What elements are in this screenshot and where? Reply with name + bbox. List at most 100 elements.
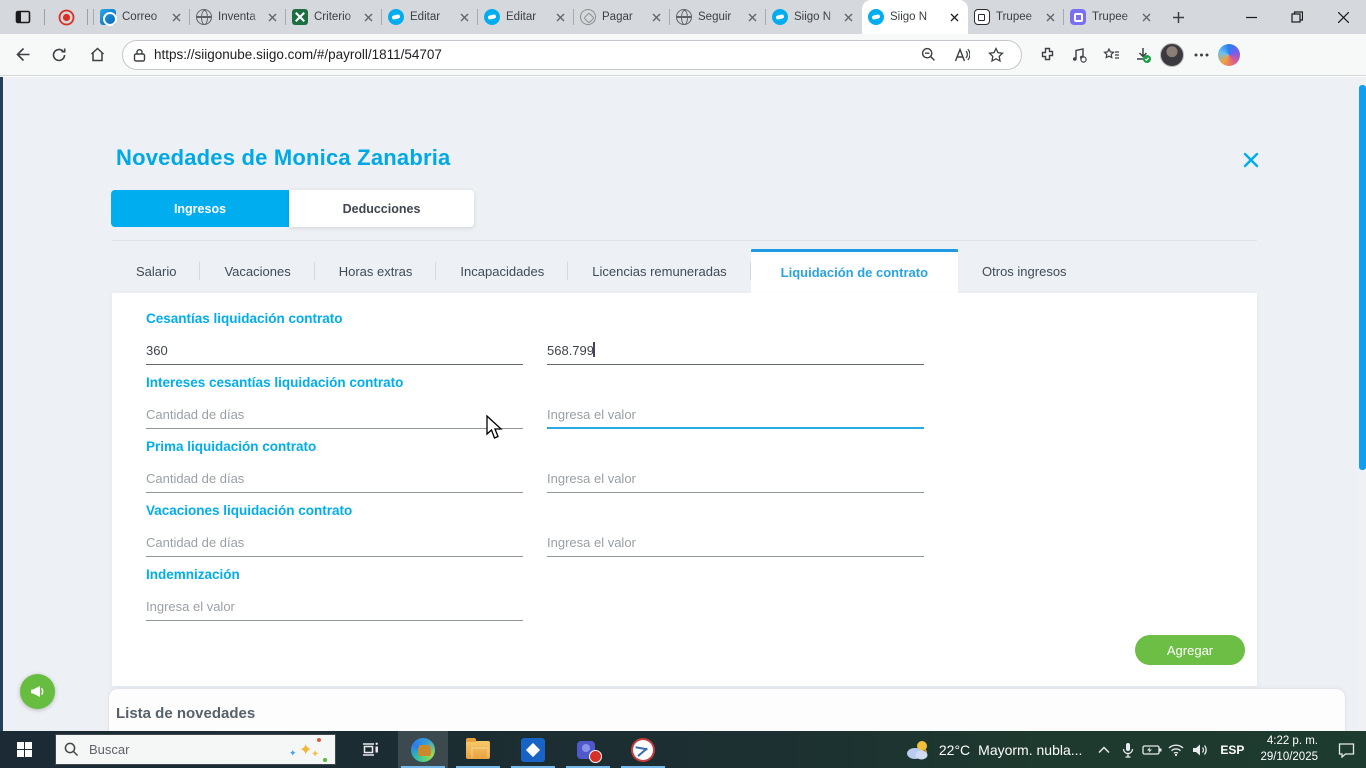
browser-essentials-icon[interactable]	[1064, 40, 1094, 70]
vacaciones-value-input[interactable]	[547, 530, 924, 557]
collections-icon[interactable]	[1096, 40, 1126, 70]
list-title: Lista de novedades	[116, 705, 256, 722]
downloads-icon[interactable]	[1128, 40, 1158, 70]
tab-horas-extras[interactable]: Horas extras	[315, 249, 437, 293]
intereses-value-input[interactable]	[547, 402, 924, 429]
tab-close-icon[interactable]	[946, 9, 962, 25]
task-view-icon[interactable]	[350, 731, 390, 768]
indemnizacion-value-field[interactable]	[146, 594, 523, 621]
window-minimize-button[interactable]	[1228, 0, 1274, 34]
taskbar-blue-diamond-app-button[interactable]	[508, 731, 558, 768]
back-icon[interactable]	[4, 38, 38, 72]
announcements-fab-button[interactable]	[20, 674, 55, 709]
wifi-icon[interactable]	[1164, 731, 1188, 768]
action-center-icon[interactable]	[1326, 731, 1366, 768]
cesantias-days-field[interactable]	[146, 338, 523, 365]
window-maximize-button[interactable]	[1274, 0, 1320, 34]
tab-licencias-remuneradas[interactable]: Licencias remuneradas	[568, 249, 752, 293]
taskbar-snipping-app-button[interactable]	[618, 731, 668, 768]
intereses-days-field[interactable]	[146, 402, 523, 429]
refresh-icon[interactable]	[42, 38, 76, 72]
browser-tab-editar-2[interactable]: Editar	[477, 4, 574, 30]
tab-title: Inventa	[218, 11, 256, 23]
tab-ingresos[interactable]: Ingresos	[111, 190, 289, 227]
language-indicator[interactable]: ESP	[1212, 743, 1252, 757]
tab-salario[interactable]: Salario	[112, 249, 201, 293]
settings-more-icon[interactable]	[1186, 40, 1216, 70]
zoom-out-icon[interactable]	[913, 40, 943, 70]
extensions-icon[interactable]	[1032, 40, 1062, 70]
microphone-icon[interactable]	[1116, 731, 1140, 768]
favorite-star-icon[interactable]	[981, 40, 1011, 70]
browser-tab-trupee-2[interactable]: Trupee	[1063, 4, 1160, 30]
cesantias-days-input[interactable]	[146, 338, 523, 365]
section-label: Indemnización	[146, 567, 240, 582]
cesantias-value-input[interactable]	[547, 338, 924, 365]
modal-close-icon[interactable]	[1240, 149, 1262, 171]
agregar-button[interactable]: Agregar	[1135, 635, 1245, 665]
tab-close-icon[interactable]	[648, 9, 664, 25]
page-left-edge	[0, 77, 3, 731]
tab-actions-icon[interactable]	[8, 4, 38, 30]
vacaciones-days-input[interactable]	[146, 530, 523, 557]
profile-avatar[interactable]	[1160, 42, 1184, 67]
browser-tab-editar-1[interactable]: Editar	[381, 4, 478, 30]
recording-indicator-icon[interactable]	[51, 4, 81, 30]
tab-close-icon[interactable]	[1042, 9, 1058, 25]
prima-value-input[interactable]	[547, 466, 924, 493]
liquidation-form-card: Cesantías liquidación contrato Intereses…	[112, 293, 1257, 686]
intereses-value-field[interactable]	[547, 402, 924, 429]
tab-close-icon[interactable]	[264, 9, 280, 25]
vacaciones-days-field[interactable]	[146, 530, 523, 557]
tab-deducciones[interactable]: Deducciones	[289, 190, 474, 227]
tab-close-icon[interactable]	[1138, 9, 1154, 25]
prima-days-field[interactable]	[146, 466, 523, 493]
taskbar-teams-button[interactable]	[563, 731, 613, 768]
window-close-button[interactable]	[1320, 0, 1366, 34]
tab-liquidacion-de-contrato[interactable]: Liquidación de contrato	[750, 249, 959, 293]
browser-tab-trupee-1[interactable]: Trupee	[967, 4, 1064, 30]
start-button[interactable]	[0, 731, 48, 768]
tab-close-icon[interactable]	[456, 9, 472, 25]
browser-tab-inventa[interactable]: Inventa	[189, 4, 286, 30]
section-cesantias: Cesantías liquidación contrato	[146, 311, 1257, 365]
browser-tab-siigo-active[interactable]: Siigo N	[862, 0, 968, 34]
tab-close-icon[interactable]	[360, 9, 376, 25]
taskbar-search-input[interactable]: Buscar ✦ ✦ ✦	[55, 734, 336, 765]
copilot-icon[interactable]	[1218, 43, 1240, 66]
cesantias-value-field[interactable]	[547, 338, 924, 365]
browser-tab-criterio[interactable]: Criterio	[285, 4, 382, 30]
vacaciones-value-field[interactable]	[547, 530, 924, 557]
tab-incapacidades[interactable]: Incapacidades	[436, 249, 569, 293]
clock-date: 29/10/2025	[1260, 750, 1318, 763]
tab-close-icon[interactable]	[168, 9, 184, 25]
taskbar-weather-widget[interactable]: 22°C Mayorm. nubla...	[895, 731, 1093, 768]
browser-tab-seguir[interactable]: Seguir	[669, 4, 766, 30]
tab-close-icon[interactable]	[552, 9, 568, 25]
new-tab-icon[interactable]	[1164, 4, 1192, 30]
taskbar-file-explorer-button[interactable]	[453, 731, 503, 768]
home-icon[interactable]	[80, 38, 114, 72]
browser-tab-pagar[interactable]: Pagar	[573, 4, 670, 30]
url-text[interactable]: https://siigonube.siigo.com/#/payroll/18…	[154, 47, 913, 62]
indemnizacion-value-input[interactable]	[146, 594, 523, 621]
page-scrollbar[interactable]	[1359, 77, 1366, 731]
scrollbar-thumb[interactable]	[1359, 85, 1366, 470]
tray-chevron-up-icon[interactable]	[1092, 731, 1116, 768]
prima-value-field[interactable]	[547, 466, 924, 493]
read-aloud-icon[interactable]	[947, 40, 977, 70]
tab-otros-ingresos[interactable]: Otros ingresos	[958, 249, 1091, 293]
tab-close-icon[interactable]	[840, 9, 856, 25]
tab-close-icon[interactable]	[744, 9, 760, 25]
browser-tab-correo[interactable]: Correo	[93, 4, 190, 30]
intereses-days-input[interactable]	[146, 402, 523, 429]
prima-days-input[interactable]	[146, 466, 523, 493]
browser-tab-siigo-1[interactable]: Siigo N	[765, 4, 862, 30]
speaker-icon[interactable]	[1188, 731, 1212, 768]
taskbar-edge-button[interactable]	[398, 731, 448, 768]
lock-icon	[133, 48, 146, 62]
taskbar-clock[interactable]: 4:22 p. m. 29/10/2025	[1252, 734, 1326, 765]
address-bar[interactable]: https://siigonube.siigo.com/#/payroll/18…	[122, 39, 1022, 70]
tab-vacaciones[interactable]: Vacaciones	[200, 249, 315, 293]
battery-icon[interactable]	[1140, 731, 1164, 768]
